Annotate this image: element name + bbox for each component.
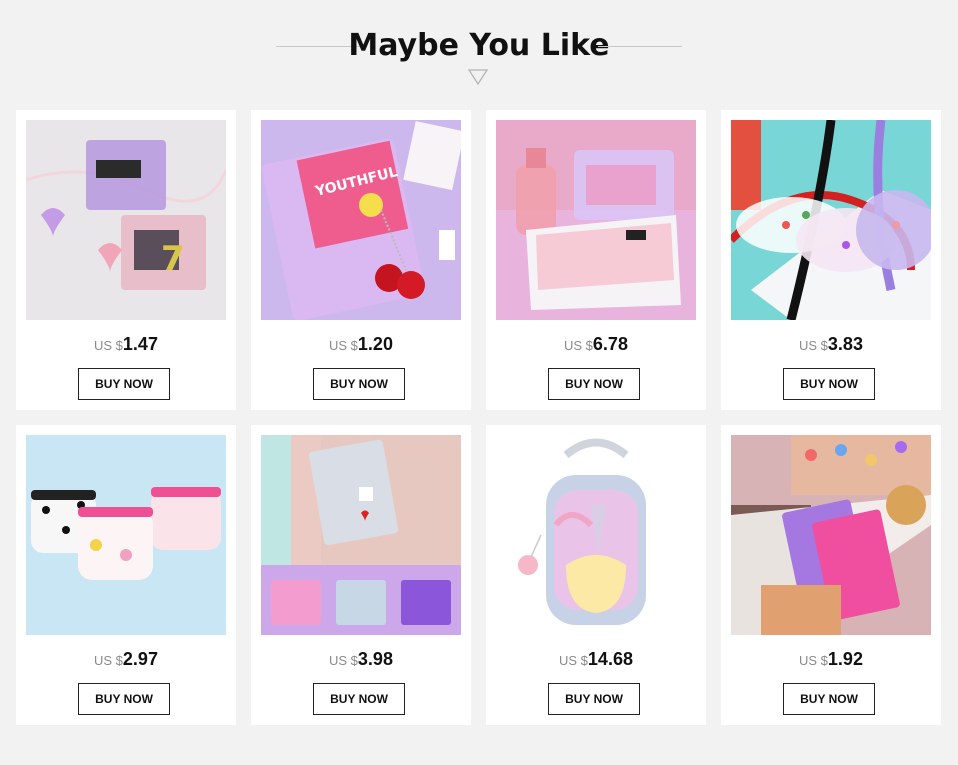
price-value: 14.68	[587, 649, 633, 669]
price-value: 6.78	[592, 334, 628, 354]
product-card[interactable]: US $6.78 BUY NOW	[486, 110, 706, 410]
product-image[interactable]: 7	[26, 120, 226, 320]
product-card[interactable]: US $1.92 BUY NOW	[721, 425, 941, 725]
product-price: US $1.20	[251, 334, 471, 355]
price-value: 3.98	[357, 649, 393, 669]
buy-now-button[interactable]: BUY NOW	[548, 683, 640, 715]
product-price: US $1.92	[721, 649, 941, 670]
product-card[interactable]: 7 US $1.47 BUY NOW	[16, 110, 236, 410]
product-image[interactable]	[261, 435, 461, 635]
buy-now-button[interactable]: BUY NOW	[548, 368, 640, 400]
product-image[interactable]: YOUTHFUL	[261, 120, 461, 320]
product-price: US $3.83	[721, 334, 941, 355]
section-header: Maybe You Like	[0, 0, 958, 100]
product-card[interactable]: YOUTHFUL US $1.20 BUY NOW	[251, 110, 471, 410]
section-title: Maybe You Like	[348, 28, 610, 63]
price-value: 3.83	[827, 334, 863, 354]
product-image[interactable]	[496, 120, 696, 320]
product-image[interactable]	[731, 120, 931, 320]
svg-text:7: 7	[161, 239, 185, 279]
currency-label: US $	[329, 338, 358, 353]
product-price: US $14.68	[486, 649, 706, 670]
price-value: 2.97	[122, 649, 158, 669]
buy-now-button[interactable]: BUY NOW	[78, 368, 170, 400]
product-card[interactable]: US $3.83 BUY NOW	[721, 110, 941, 410]
price-value: 1.20	[357, 334, 393, 354]
product-price: US $1.47	[16, 334, 236, 355]
buy-now-button[interactable]: BUY NOW	[313, 683, 405, 715]
buy-now-button[interactable]: BUY NOW	[783, 368, 875, 400]
product-price: US $3.98	[251, 649, 471, 670]
buy-now-button[interactable]: BUY NOW	[78, 683, 170, 715]
product-price: US $2.97	[16, 649, 236, 670]
currency-label: US $	[799, 338, 828, 353]
price-value: 1.92	[827, 649, 863, 669]
down-triangle-icon	[468, 69, 488, 85]
currency-label: US $	[94, 653, 123, 668]
currency-label: US $	[329, 653, 358, 668]
buy-now-button[interactable]: BUY NOW	[313, 368, 405, 400]
currency-label: US $	[559, 653, 588, 668]
header-divider-right	[598, 46, 682, 47]
currency-label: US $	[799, 653, 828, 668]
price-value: 1.47	[122, 334, 158, 354]
product-image[interactable]	[731, 435, 931, 635]
currency-label: US $	[564, 338, 593, 353]
product-card[interactable]: US $2.97 BUY NOW	[16, 425, 236, 725]
product-card[interactable]: US $14.68 BUY NOW	[486, 425, 706, 725]
buy-now-button[interactable]: BUY NOW	[783, 683, 875, 715]
product-image[interactable]	[26, 435, 226, 635]
product-image[interactable]	[496, 435, 696, 635]
currency-label: US $	[94, 338, 123, 353]
product-price: US $6.78	[486, 334, 706, 355]
product-card[interactable]: US $3.98 BUY NOW	[251, 425, 471, 725]
